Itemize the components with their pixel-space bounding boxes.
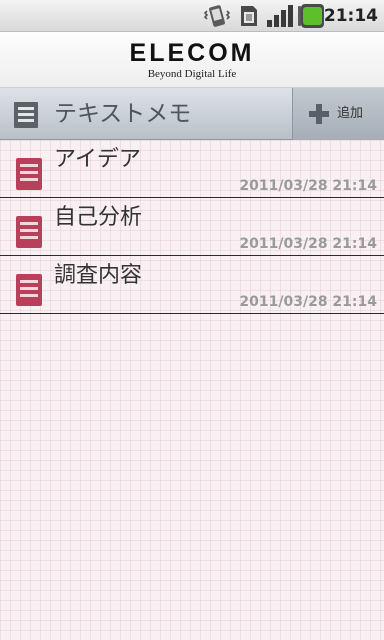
plus-icon [309,104,329,124]
status-clock: 21:14 [323,6,378,26]
logo-header: ELECOM Beyond Digital Life [0,32,384,88]
memo-icon [16,158,42,190]
notepad-icon [14,102,38,128]
add-memo-button[interactable]: 追加 [292,88,384,140]
status-bar: 21:14 [0,0,384,32]
vibrate-icon [204,5,230,27]
elecom-logo: ELECOM [129,39,255,67]
memo-icon [16,274,42,306]
page-title: テキストメモ [54,101,192,127]
memo-date: 2011/03/28 21:14 [239,236,377,252]
add-button-label: 追加 [337,106,364,121]
memo-list-item[interactable]: 調査内容 2011/03/28 21:14 [0,256,384,314]
sim-card-icon [241,6,257,26]
memo-title: アイデア [54,147,141,172]
memo-list-item[interactable]: アイデア 2011/03/28 21:14 [0,140,384,198]
logo-tagline: Beyond Digital Life [147,68,237,80]
memo-list-item[interactable]: 自己分析 2011/03/28 21:14 [0,198,384,256]
memo-list: アイデア 2011/03/28 21:14 自己分析 2011/03/28 21… [0,140,384,640]
signal-icon [267,5,293,27]
battery-icon [298,4,324,28]
memo-date: 2011/03/28 21:14 [239,178,377,194]
memo-icon [16,216,42,248]
memo-date: 2011/03/28 21:14 [239,294,377,310]
memo-title: 調査内容 [54,263,143,288]
title-bar: テキストメモ 追加 [0,88,384,140]
memo-title: 自己分析 [54,205,143,230]
